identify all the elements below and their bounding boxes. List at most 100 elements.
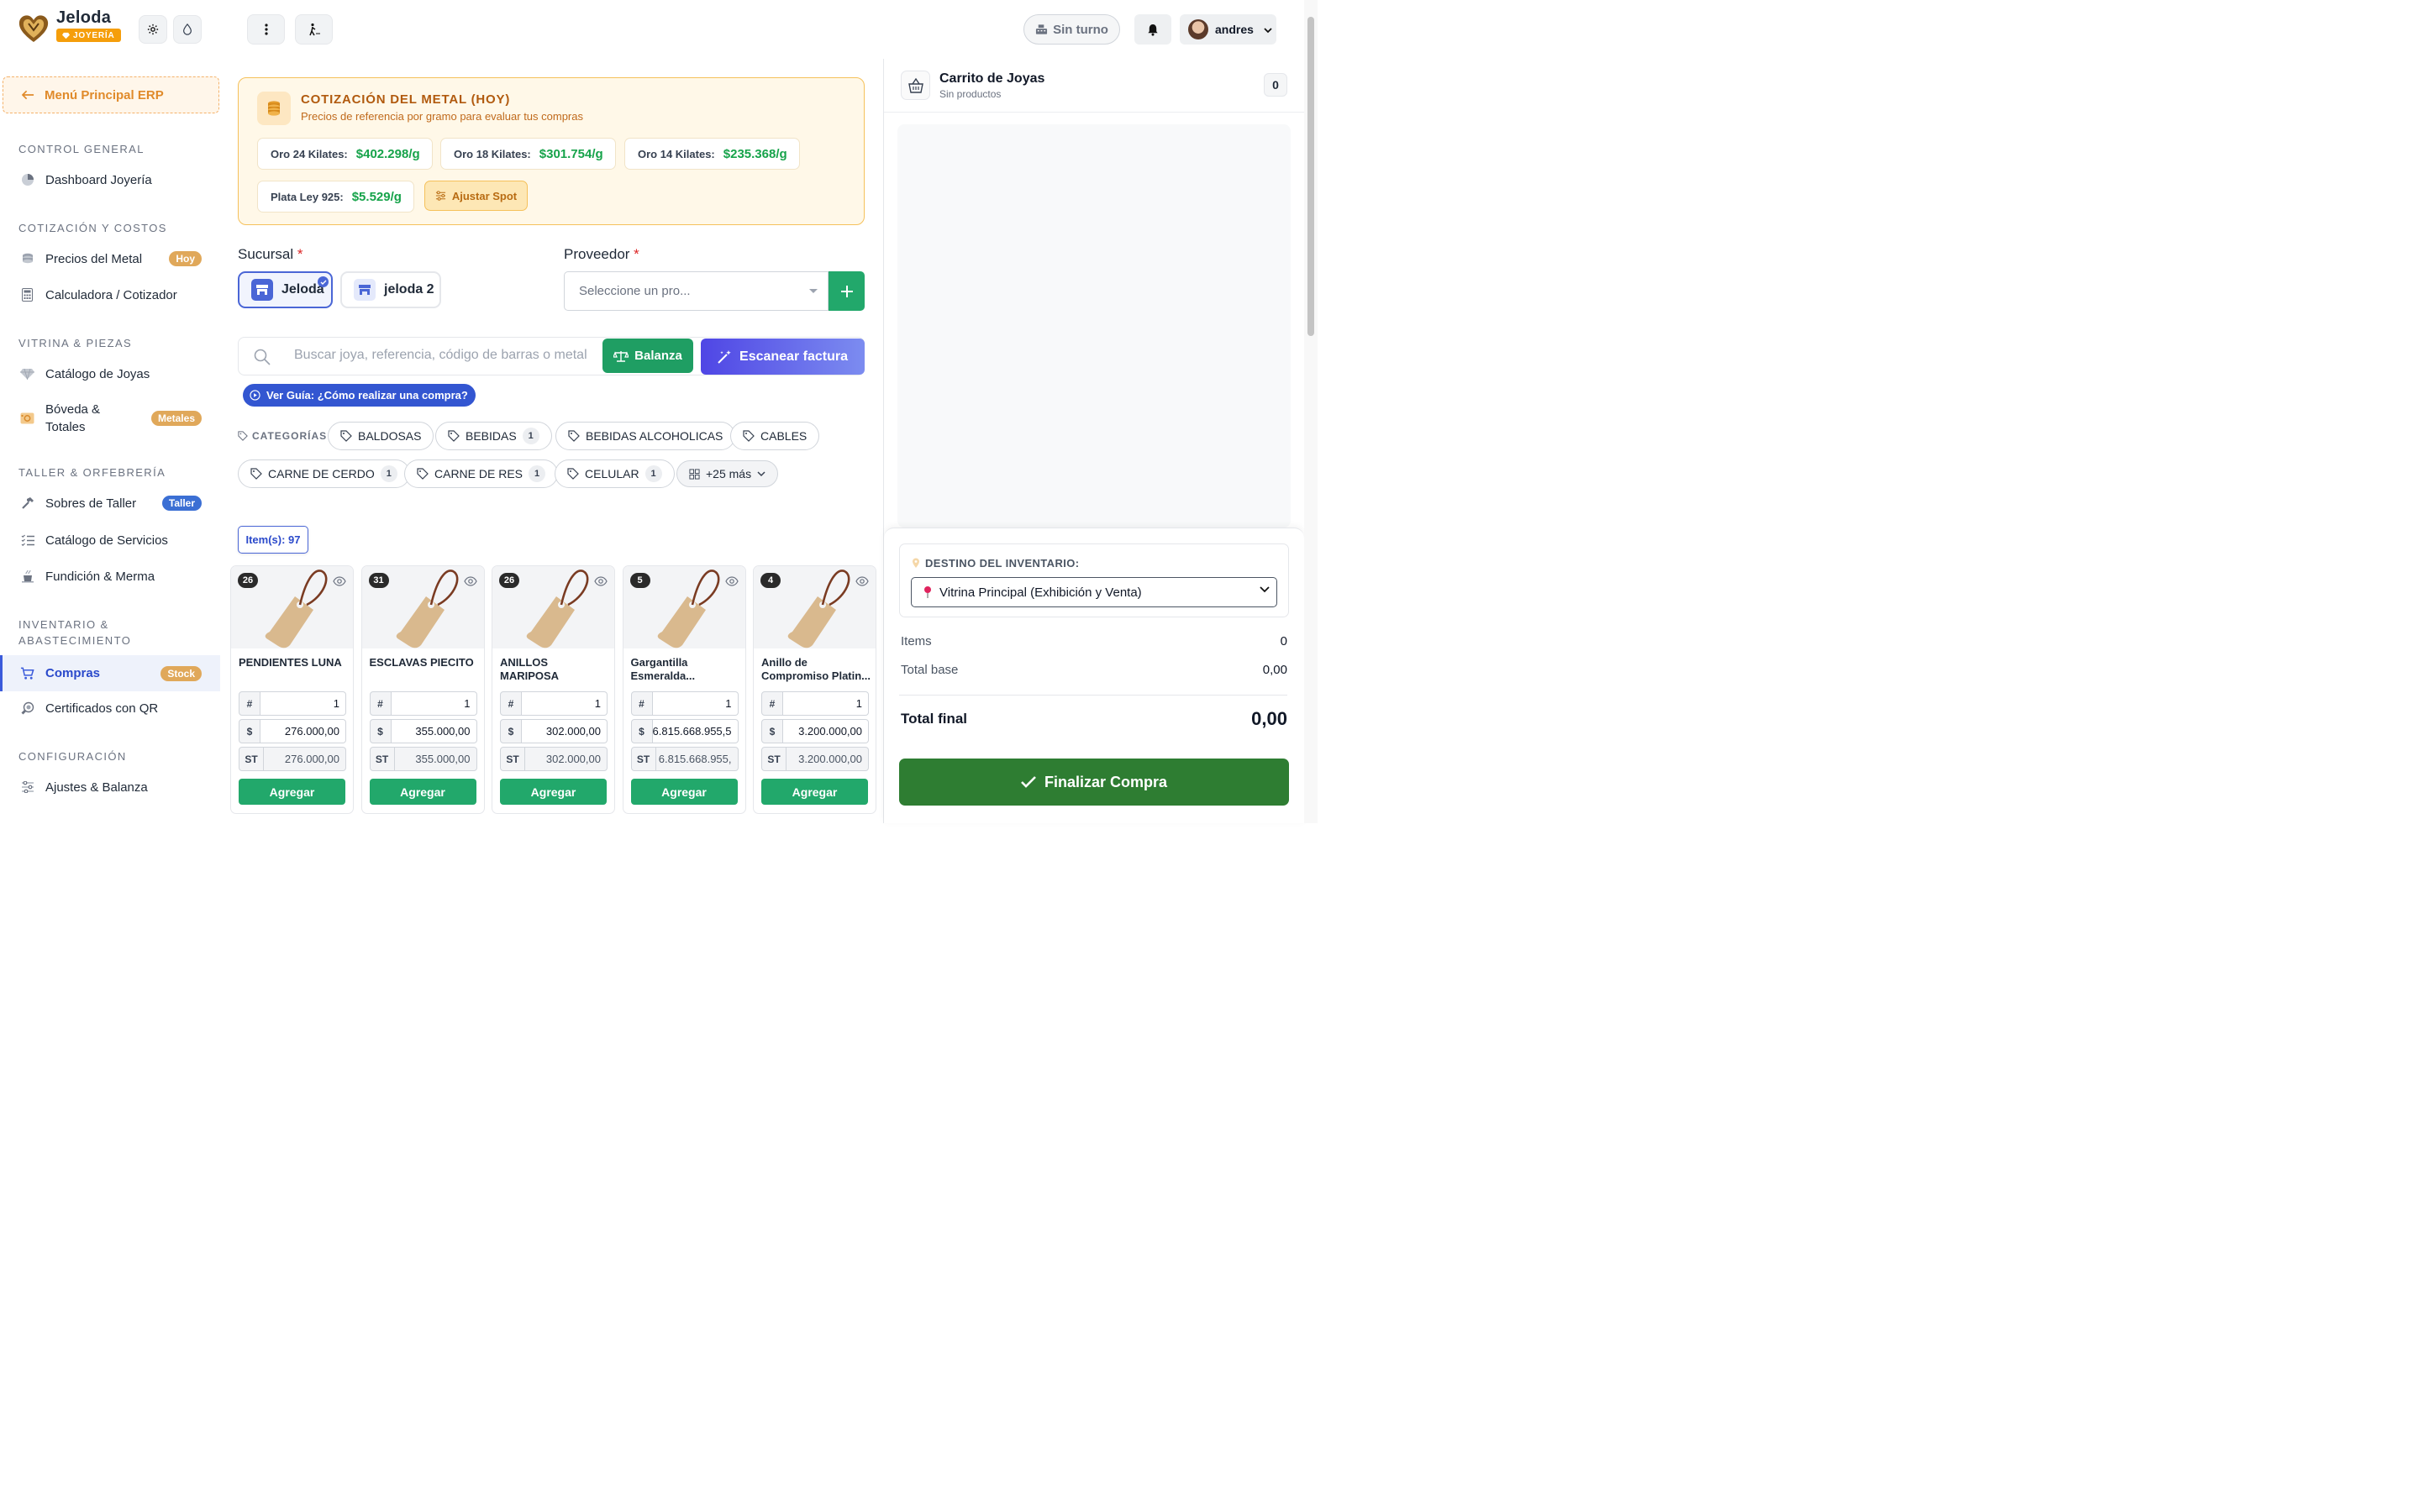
quantity-input[interactable]: 1: [522, 691, 608, 716]
price-input[interactable]: 276.000,00: [260, 719, 346, 743]
add-to-cart-button[interactable]: Agregar: [239, 779, 345, 805]
heart-logo-icon[interactable]: [17, 12, 50, 45]
category-chip[interactable]: BEBIDAS 1: [435, 422, 552, 450]
price-label: Oro 14 Kilates:: [638, 147, 715, 160]
scale-button[interactable]: Balanza: [602, 339, 693, 373]
scrollbar-thumb[interactable]: [1307, 17, 1314, 336]
quote-title: COTIZACIÓN DEL METAL (HOY): [301, 92, 511, 107]
category-name: CABLES: [760, 429, 808, 443]
category-chip[interactable]: CARNE DE CERDO 1: [238, 459, 410, 488]
provider-select[interactable]: Seleccione un pro...: [564, 271, 829, 311]
accessibility-button[interactable]: [295, 14, 333, 45]
quote-subtitle: Precios de referencia por gramo para eva…: [301, 110, 583, 123]
price-field: $6.815.668.955,5: [630, 719, 739, 743]
sidebar-item-label: Compras: [45, 666, 101, 680]
kebab-menu-icon: [264, 24, 268, 35]
category-chip[interactable]: CARNE DE RES 1: [404, 459, 559, 488]
settings-button[interactable]: [139, 15, 167, 44]
category-chip[interactable]: CELULAR 1: [555, 459, 675, 488]
summary-total-row: Total final 0,00: [901, 708, 1287, 730]
cart-panel: Carrito de Joyas Sin productos 0 DESTINO…: [883, 59, 1304, 823]
summary-base-label: Total base: [901, 663, 959, 677]
add-to-cart-button[interactable]: Agregar: [630, 779, 738, 805]
scale-button-label: Balanza: [634, 349, 682, 363]
category-name: CARNE DE RES: [434, 467, 523, 480]
quantity-input[interactable]: 1: [783, 691, 869, 716]
category-name: CELULAR: [585, 467, 639, 480]
shift-button[interactable]: Sin turno: [1023, 14, 1120, 45]
sidebar-item-certificados[interactable]: Certificados con QR: [0, 691, 220, 725]
price-input[interactable]: 6.815.668.955,5: [652, 719, 739, 743]
cash-register-icon: [1036, 24, 1048, 34]
sidebar-item-ajustes[interactable]: Ajustes & Balanza: [0, 770, 220, 804]
price-input[interactable]: 302.000,00: [522, 719, 608, 743]
price-input[interactable]: 3.200.000,00: [783, 719, 869, 743]
sidebar-item-sobres[interactable]: Sobres de Taller Taller: [0, 486, 220, 520]
sidebar-item-compras[interactable]: Compras Stock: [0, 655, 220, 691]
more-options-button[interactable]: [247, 14, 285, 45]
sidebar-item-servicios[interactable]: Catálogo de Servicios: [0, 523, 220, 557]
section-title-taller: TALLER & ORFEBRERÍA: [18, 466, 166, 479]
quantity-input[interactable]: 1: [652, 691, 739, 716]
eye-icon[interactable]: [724, 575, 739, 589]
quantity-field: #1: [369, 691, 477, 716]
subtotal-prefix: ST: [761, 747, 786, 771]
add-provider-button[interactable]: [829, 271, 865, 311]
eye-icon[interactable]: [855, 575, 869, 589]
product-card: 26 PENDIENTES LUNA #1 $276.000,00 ST 276.000,…: [230, 565, 354, 814]
destination-select[interactable]: Vitrina Principal (Exhibición y Venta): [911, 577, 1277, 607]
branch-option-jeloda[interactable]: Jeloda: [238, 271, 333, 308]
summary-total-value: 0,00: [1251, 708, 1287, 729]
certificate-icon: [20, 701, 34, 716]
category-chip[interactable]: BALDOSAS: [328, 422, 434, 450]
shift-label: Sin turno: [1053, 22, 1108, 37]
page-scrollbar[interactable]: [1304, 0, 1318, 823]
chevron-down-icon: [1260, 586, 1270, 593]
subtotal-prefix: ST: [369, 747, 395, 771]
product-card: 26 ANILLOS MARIPOSA #1 $302.000,00 ST 302.000…: [492, 565, 615, 814]
sidebar-item-boveda[interactable]: Bóveda & Totales Metales: [0, 400, 220, 437]
subtotal-field: ST 302.000,00: [500, 747, 608, 771]
category-name: BALDOSAS: [358, 429, 422, 443]
eye-icon[interactable]: [463, 575, 477, 589]
guide-link[interactable]: Ver Guía: ¿Cómo realizar una compra?: [243, 384, 476, 407]
price-prefix: $: [630, 719, 653, 743]
grid-icon: [689, 468, 700, 480]
price-field: $355.000,00: [369, 719, 477, 743]
brand-name: Jeloda: [56, 8, 112, 27]
theme-button[interactable]: [173, 15, 202, 44]
adjust-spot-button[interactable]: Ajustar Spot: [424, 181, 528, 211]
pie-chart-icon: [20, 173, 34, 187]
sidebar-item-catalogo[interactable]: Catálogo de Joyas: [0, 357, 220, 391]
product-card: 5 Gargantilla Esmeralda... #1 $6.815.668.95…: [622, 565, 746, 814]
add-to-cart-button[interactable]: Agregar: [500, 779, 607, 805]
quantity-input[interactable]: 1: [260, 691, 346, 716]
more-categories-button[interactable]: +25 más: [676, 460, 779, 487]
add-to-cart-button[interactable]: Agregar: [761, 779, 868, 805]
quantity-input[interactable]: 1: [391, 691, 477, 716]
scan-invoice-button[interactable]: Escanear factura: [701, 339, 865, 375]
search-input[interactable]: [294, 348, 597, 363]
add-to-cart-button[interactable]: Agregar: [369, 779, 476, 805]
notifications-button[interactable]: [1134, 14, 1171, 45]
main-menu-link[interactable]: Menú Principal ERP: [3, 76, 219, 113]
price-label: Oro 24 Kilates:: [271, 147, 348, 160]
category-chip[interactable]: BEBIDAS ALCOHOLICAS: [555, 422, 736, 450]
cart-subtitle: Sin productos: [939, 88, 1002, 100]
subtotal-prefix: ST: [500, 747, 525, 771]
price-input[interactable]: 355.000,00: [391, 719, 477, 743]
sidebar-item-precios[interactable]: Precios del Metal Hoy: [0, 242, 220, 276]
sidebar-item-label: Bóveda & Totales: [45, 402, 101, 434]
finish-purchase-button[interactable]: Finalizar Compra: [899, 759, 1289, 806]
sidebar-item-calculadora[interactable]: Calculadora / Cotizador: [0, 278, 220, 312]
categories-label-text: CATEGORÍAS: [252, 430, 328, 442]
branch-option-jeloda-2[interactable]: jeloda 2: [340, 271, 441, 308]
eye-icon[interactable]: [594, 575, 608, 589]
plus-icon: [840, 285, 853, 297]
user-menu-button[interactable]: andres: [1180, 14, 1276, 45]
sidebar-item-fundicion[interactable]: Fundición & Merma: [0, 559, 220, 593]
sidebar-item-dashboard[interactable]: Dashboard Joyería: [0, 163, 220, 197]
eye-icon[interactable]: [333, 575, 346, 589]
category-chip[interactable]: CABLES: [730, 422, 820, 450]
summary-items-row: Items 0: [901, 634, 1287, 648]
